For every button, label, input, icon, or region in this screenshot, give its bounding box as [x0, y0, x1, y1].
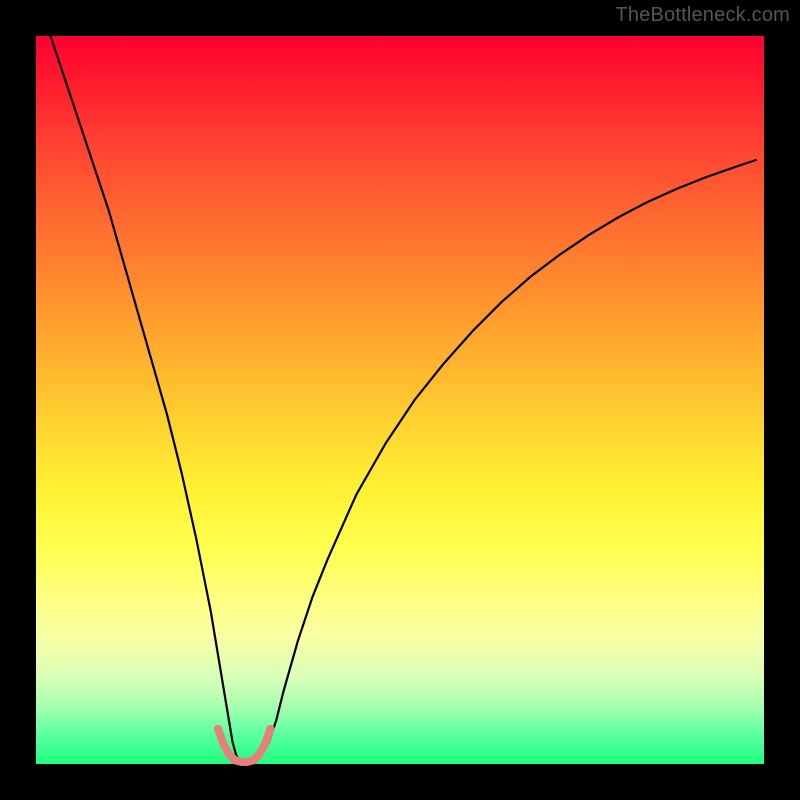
watermark-text: TheBottleneck.com	[615, 4, 790, 27]
basin-marker-dot	[214, 725, 222, 733]
basin-marker-dot	[220, 741, 228, 749]
basin-marker-dot	[266, 725, 274, 733]
basin-marker-dot	[255, 751, 263, 759]
bottleneck-curve	[51, 36, 757, 763]
basin-marker-dot	[260, 741, 268, 749]
basin-markers-group	[214, 725, 275, 766]
plot-area	[36, 36, 764, 764]
chart-frame: TheBottleneck.com	[0, 0, 800, 800]
chart-svg	[36, 36, 764, 764]
